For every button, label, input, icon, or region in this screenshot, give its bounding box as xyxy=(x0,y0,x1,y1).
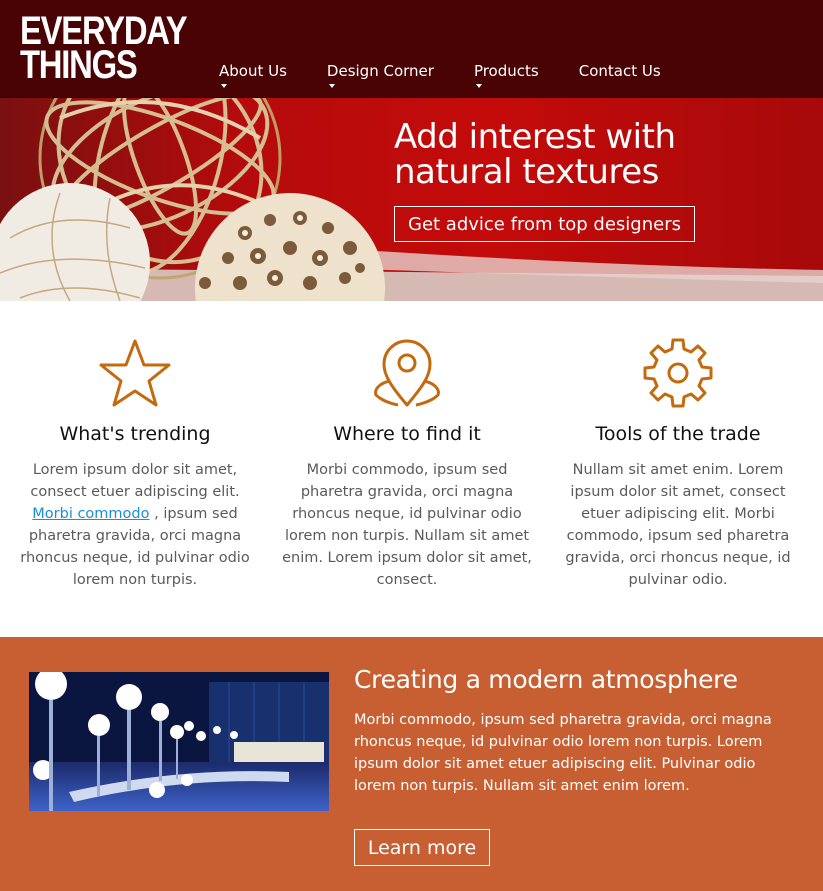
promo-section: Creating a modern atmosphere Morbi commo… xyxy=(0,637,823,891)
nav-item-design-corner[interactable]: Design Corner xyxy=(326,62,434,88)
star-icon xyxy=(99,339,171,407)
caret-down-icon xyxy=(475,84,482,88)
feature-text: Nullam sit amet enim. Lorem ipsum dolor … xyxy=(565,462,791,588)
nav-item-products[interactable]: Products xyxy=(473,62,539,88)
nav-item-contact-us[interactable]: Contact Us xyxy=(579,62,661,80)
feature-text: Morbi commodo, ipsum sed pharetra gravid… xyxy=(282,462,532,588)
hero-title: Add interest with natural textures xyxy=(394,120,676,190)
hero-title-line-2: natural textures xyxy=(394,152,659,192)
caret-down-icon xyxy=(221,84,227,88)
hero-banner: Add interest with natural textures Get a… xyxy=(0,98,823,301)
feature-text: Lorem ipsum dolor sit amet, consect etue… xyxy=(10,459,260,591)
promo-image xyxy=(29,672,329,811)
feature-title: Tools of the trade xyxy=(595,423,761,445)
feature-text-part: Lorem ipsum dolor sit amet, consect etue… xyxy=(30,462,240,500)
nav-item-label: Contact Us xyxy=(578,62,661,80)
feature-title: What's trending xyxy=(59,423,211,445)
main-nav: About Us Design Corner Products Contact … xyxy=(219,62,701,88)
promo-title: Creating a modern atmosphere xyxy=(354,665,738,694)
promo-body: Morbi commodo, ipsum sed pharetra gravid… xyxy=(354,712,772,794)
get-advice-button[interactable]: Get advice from top designers xyxy=(394,206,695,242)
caret-down-icon xyxy=(328,84,335,88)
feature-title: Where to find it xyxy=(333,423,481,445)
morbi-commodo-link[interactable]: Morbi commodo xyxy=(32,506,149,522)
logo-line-2: THINGS xyxy=(20,43,138,87)
features-section: What's trending Lorem ipsum dolor sit am… xyxy=(0,301,823,637)
hero-title-line-1: Add interest with xyxy=(394,117,676,157)
nav-item-about-us[interactable]: About Us xyxy=(219,62,287,88)
gear-icon xyxy=(643,338,713,408)
site-logo[interactable]: EVERYDAY THINGS xyxy=(20,11,188,87)
learn-more-button[interactable]: Learn more xyxy=(354,829,490,866)
nav-item-label: Products xyxy=(473,62,539,80)
nav-item-label: About Us xyxy=(219,62,287,80)
site-header: EVERYDAY THINGS About Us Design Corner P… xyxy=(0,0,823,98)
map-pin-icon xyxy=(374,339,440,407)
nav-item-label: Design Corner xyxy=(326,62,434,80)
